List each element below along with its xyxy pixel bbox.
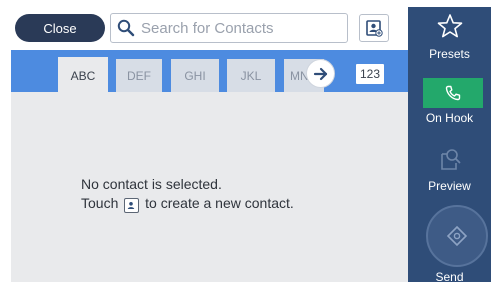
empty-message-line1: No contact is selected.: [81, 176, 222, 192]
empty-message-rest: to create a new contact.: [145, 195, 294, 211]
search-input[interactable]: Search for Contacts: [110, 13, 348, 43]
preview-label[interactable]: Preview: [408, 179, 491, 193]
tab-def[interactable]: DEF: [116, 59, 162, 92]
empty-message: No contact is selected. Touch to create …: [81, 175, 294, 213]
tab-jkl[interactable]: JKL: [227, 59, 275, 92]
on-hook-button[interactable]: [423, 78, 483, 108]
search-placeholder: Search for Contacts: [141, 19, 274, 37]
arrow-right-icon: [313, 67, 327, 80]
tab-abc[interactable]: ABC: [58, 57, 108, 92]
tab-ghi[interactable]: GHI: [171, 59, 219, 92]
phone-icon: [445, 85, 461, 101]
presets-button[interactable]: Presets: [408, 7, 491, 67]
send-button[interactable]: [426, 205, 488, 267]
add-contact-icon: [124, 198, 140, 213]
tab-scroll-button[interactable]: [306, 59, 335, 88]
send-label: Send: [435, 270, 464, 282]
index-tab-bar: ABC DEF GHI JKL MN: [11, 50, 408, 92]
add-contact-icon: [366, 20, 383, 37]
top-bar: Close Search for Contacts: [11, 7, 408, 50]
star-icon: [437, 14, 463, 38]
on-hook-label: On Hook: [425, 111, 474, 125]
empty-message-touch: Touch: [81, 195, 119, 211]
tab-123[interactable]: 123: [355, 63, 385, 85]
close-button[interactable]: Close: [15, 14, 105, 42]
send-diamond-icon: [446, 225, 468, 247]
search-icon: [117, 19, 135, 37]
empty-message-line2: Touch to create a new contact.: [81, 194, 294, 213]
presets-label: Presets: [429, 47, 470, 61]
right-sidebar: Presets On Hook Preview Send: [408, 7, 491, 282]
contacts-screen: Close Search for Contacts ABC DEF GHI JK…: [11, 7, 491, 282]
add-contact-button[interactable]: [359, 14, 389, 42]
preview-icon: [441, 149, 461, 170]
